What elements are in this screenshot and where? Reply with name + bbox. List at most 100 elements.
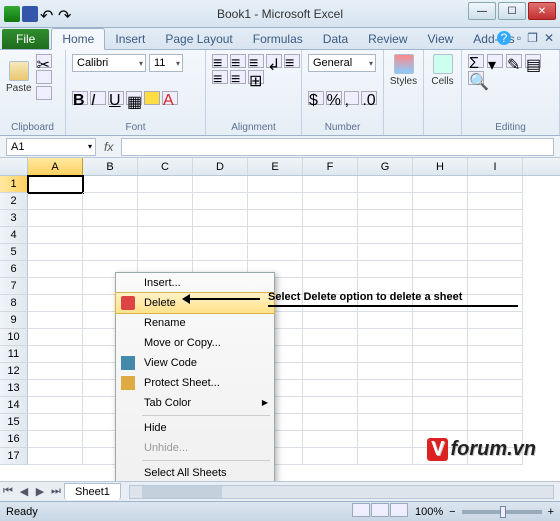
close-button[interactable]: ✕ [528,2,556,20]
file-tab[interactable]: File [2,29,49,49]
minimize-button[interactable]: — [468,2,496,20]
clear-icon[interactable]: ✎ [506,54,522,68]
cell[interactable] [358,397,413,414]
cell[interactable] [468,363,523,380]
row-header[interactable]: 1 [0,176,28,193]
cell[interactable] [468,227,523,244]
row-header[interactable]: 10 [0,329,28,346]
col-header[interactable]: A [28,158,83,175]
cell[interactable] [28,278,83,295]
cell[interactable] [413,397,468,414]
cell[interactable] [28,448,83,465]
zoom-slider[interactable] [462,510,542,514]
cell[interactable] [28,261,83,278]
percent-icon[interactable]: % [326,91,342,105]
font-size-select[interactable]: 11 [149,54,183,72]
align-top-icon[interactable]: ≡ [212,54,228,68]
cell[interactable] [83,193,138,210]
last-sheet-icon[interactable]: ⏭ [48,485,64,498]
col-header[interactable]: C [138,158,193,175]
ctx-insert[interactable]: Insert... [116,273,274,293]
ctx-tab-color[interactable]: Tab Color▶ [116,393,274,413]
cell[interactable] [358,244,413,261]
cell[interactable] [303,312,358,329]
horizontal-scrollbar[interactable] [129,485,554,499]
cell[interactable] [303,244,358,261]
cell[interactable] [358,227,413,244]
cell[interactable] [468,295,523,312]
formula-input[interactable] [121,138,554,156]
cell[interactable] [468,176,523,193]
cell[interactable] [413,227,468,244]
cell[interactable] [83,227,138,244]
cell[interactable] [468,346,523,363]
row-header[interactable]: 6 [0,261,28,278]
cell[interactable] [358,312,413,329]
next-sheet-icon[interactable]: ▶ [32,485,48,498]
close-workbook-icon[interactable]: ✕ [544,31,554,45]
col-header[interactable]: D [193,158,248,175]
zoom-in-icon[interactable]: + [548,506,554,518]
autosum-icon[interactable]: Σ [468,54,484,68]
align-center-icon[interactable]: ≡ [212,70,228,84]
minimize-ribbon-icon[interactable]: ▫ [517,31,521,45]
cell[interactable] [413,244,468,261]
cell[interactable] [358,363,413,380]
tab-insert[interactable]: Insert [105,29,155,49]
cell[interactable] [358,414,413,431]
cell[interactable] [413,346,468,363]
cell[interactable] [413,414,468,431]
view-buttons[interactable] [352,503,409,520]
tab-home[interactable]: Home [51,28,105,50]
cell[interactable] [28,312,83,329]
cell[interactable] [28,397,83,414]
styles-button[interactable]: Styles [390,54,417,87]
cell[interactable] [303,414,358,431]
cell[interactable] [468,414,523,431]
prev-sheet-icon[interactable]: ◀ [16,485,32,498]
row-header[interactable]: 13 [0,380,28,397]
cell[interactable] [358,176,413,193]
cell[interactable] [358,210,413,227]
tab-review[interactable]: Review [358,29,417,49]
cell[interactable] [413,193,468,210]
italic-icon[interactable]: I [90,91,106,105]
find-icon[interactable]: 🔍 [468,71,484,85]
cell[interactable] [468,329,523,346]
cell[interactable] [303,363,358,380]
cell[interactable] [138,193,193,210]
cell[interactable] [468,278,523,295]
col-header[interactable]: F [303,158,358,175]
cell[interactable] [28,295,83,312]
fx-label[interactable]: fx [104,140,113,154]
cell[interactable] [468,380,523,397]
underline-icon[interactable]: U [108,91,124,105]
border-icon[interactable]: ▦ [126,91,142,105]
merge-icon[interactable]: ⊞ [248,70,264,84]
cell[interactable] [303,431,358,448]
paste-button[interactable]: Paste [6,61,32,94]
align-middle-icon[interactable]: ≡ [230,54,246,68]
undo-icon[interactable]: ↶ [40,6,56,22]
first-sheet-icon[interactable]: ⏮ [0,485,16,498]
cell[interactable] [358,261,413,278]
cell[interactable] [193,210,248,227]
row-header[interactable]: 3 [0,210,28,227]
format-painter-icon[interactable] [36,86,52,100]
comma-icon[interactable]: , [344,91,360,105]
zoom-level[interactable]: 100% [415,506,443,518]
row-header[interactable]: 2 [0,193,28,210]
copy-icon[interactable] [36,70,52,84]
cell[interactable] [193,227,248,244]
ctx-protect-sheet[interactable]: Protect Sheet... [116,373,274,393]
cell[interactable] [358,448,413,465]
cell[interactable] [28,244,83,261]
row-header[interactable]: 8 [0,295,28,312]
ctx-delete[interactable]: Delete [115,292,275,314]
cell[interactable] [248,176,303,193]
cell[interactable] [28,414,83,431]
ctx-hide[interactable]: Hide [116,418,274,438]
cell[interactable] [83,176,138,193]
cell[interactable] [358,193,413,210]
col-header[interactable]: B [83,158,138,175]
